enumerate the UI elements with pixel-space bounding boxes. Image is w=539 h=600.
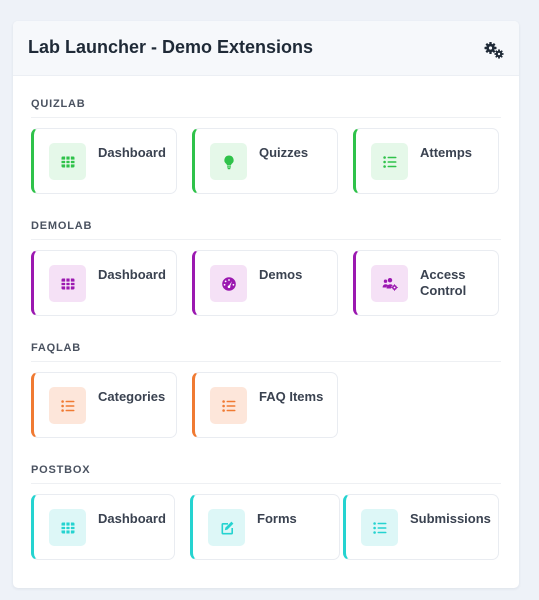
section-postbox: POSTBOX Dashboard Forms Submissions xyxy=(31,462,501,564)
launcher-card-faq-items[interactable]: FAQ Items xyxy=(192,372,338,438)
section-title: QUIZLAB xyxy=(31,96,501,118)
card-label: Categories xyxy=(98,389,166,404)
card-label: Forms xyxy=(257,511,297,526)
launcher-card-dashboard[interactable]: Dashboard xyxy=(31,494,175,560)
launcher-card-demos[interactable]: Demos xyxy=(192,250,338,316)
table-icon xyxy=(49,143,86,180)
list-icon xyxy=(361,509,398,546)
page-title: Lab Launcher - Demo Extensions xyxy=(28,37,314,57)
section-demolab: DEMOLAB Dashboard Demos Access Control xyxy=(31,218,501,320)
launcher-card-quizzes[interactable]: Quizzes xyxy=(192,128,338,194)
card-label: Dashboard xyxy=(98,267,166,282)
launcher-card-attemps[interactable]: Attemps xyxy=(353,128,499,194)
card-row: Dashboard Quizzes Attemps xyxy=(31,128,501,198)
card-label: Demos xyxy=(259,267,303,282)
launcher-card-dashboard[interactable]: Dashboard xyxy=(31,128,177,194)
launcher-card-categories[interactable]: Categories xyxy=(31,372,177,438)
card-label: Quizzes xyxy=(259,145,309,160)
card-label: Attemps xyxy=(420,145,473,160)
launcher-card-dashboard[interactable]: Dashboard xyxy=(31,250,177,316)
section-title: FAQLAB xyxy=(31,340,501,362)
lightbulb-icon xyxy=(210,143,247,180)
users-cog-icon xyxy=(371,265,408,302)
lab-launcher-panel: Lab Launcher - Demo Extensions QUIZLAB D… xyxy=(13,21,519,588)
card-label: FAQ Items xyxy=(259,389,324,404)
card-label: Dashboard xyxy=(98,511,166,526)
section-title: DEMOLAB xyxy=(31,218,501,240)
launcher-card-submissions[interactable]: Submissions xyxy=(343,494,499,560)
launcher-card-forms[interactable]: Forms xyxy=(190,494,340,560)
gears-icon[interactable] xyxy=(483,41,505,59)
section-quizlab: QUIZLAB Dashboard Quizzes Attemps xyxy=(31,96,501,198)
list-icon xyxy=(49,387,86,424)
panel-header: Lab Launcher - Demo Extensions xyxy=(13,21,519,76)
card-row: Dashboard Forms Submissions xyxy=(31,494,501,564)
card-row: Categories FAQ Items xyxy=(31,372,501,442)
card-label: Submissions xyxy=(410,511,491,526)
card-label: Dashboard xyxy=(98,145,166,160)
edit-icon xyxy=(208,509,245,546)
list-icon xyxy=(371,143,408,180)
card-label: Access Control xyxy=(420,267,467,298)
table-icon xyxy=(49,509,86,546)
card-row: Dashboard Demos Access Control xyxy=(31,250,501,320)
list-icon xyxy=(210,387,247,424)
table-icon xyxy=(49,265,86,302)
launcher-card-access-control[interactable]: Access Control xyxy=(353,250,499,316)
section-title: POSTBOX xyxy=(31,462,501,484)
gauge-icon xyxy=(210,265,247,302)
section-faqlab: FAQLAB Categories FAQ Items xyxy=(31,340,501,442)
